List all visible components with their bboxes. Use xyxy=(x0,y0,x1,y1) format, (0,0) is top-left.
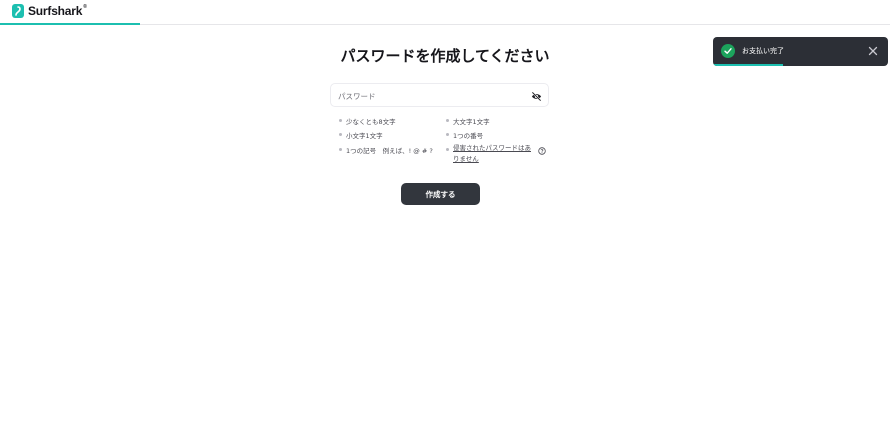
rule-label: 少なくとも8文字 xyxy=(346,118,396,126)
rule-label: 1つの記号 例えば、! @ # ? xyxy=(346,147,433,155)
bullet-icon xyxy=(339,119,342,122)
toast-message: お支払い完了 xyxy=(742,47,784,55)
help-icon[interactable] xyxy=(538,147,546,155)
password-input[interactable] xyxy=(338,88,528,104)
surfshark-logo-icon xyxy=(12,4,24,18)
password-field xyxy=(330,83,549,107)
create-button[interactable]: 作成する xyxy=(401,183,480,205)
rule-label: 大文字1文字 xyxy=(453,118,490,126)
header-progress-bar xyxy=(0,23,140,25)
close-icon[interactable] xyxy=(868,46,878,56)
rule-label: 小文字1文字 xyxy=(346,132,383,140)
rule-label: 1つの番号 xyxy=(453,132,484,140)
top-header: Surfshark® xyxy=(0,0,890,25)
bullet-icon xyxy=(446,148,449,151)
surfshark-logo[interactable]: Surfshark® xyxy=(12,4,87,18)
bullet-icon xyxy=(446,119,449,122)
eye-off-icon[interactable] xyxy=(531,91,542,102)
rule-uppercase: 大文字1文字 xyxy=(446,116,490,126)
payment-toast: お支払い完了 xyxy=(713,37,888,66)
rule-min-length: 少なくとも8文字 xyxy=(339,116,396,126)
rule-breached: 侵害されたパスワードはありません xyxy=(446,143,546,165)
breached-password-link[interactable]: 侵害されたパスワードはありません xyxy=(453,143,535,165)
bullet-icon xyxy=(339,133,342,136)
rule-number: 1つの番号 xyxy=(446,130,483,140)
rule-symbol: 1つの記号 例えば、! @ # ? xyxy=(339,145,433,155)
bullet-icon xyxy=(446,133,449,136)
bullet-icon xyxy=(339,148,342,151)
toast-progress-bar xyxy=(713,64,783,66)
brand-name: Surfshark® xyxy=(28,4,87,18)
rule-lowercase: 小文字1文字 xyxy=(339,130,383,140)
check-icon xyxy=(721,44,735,58)
